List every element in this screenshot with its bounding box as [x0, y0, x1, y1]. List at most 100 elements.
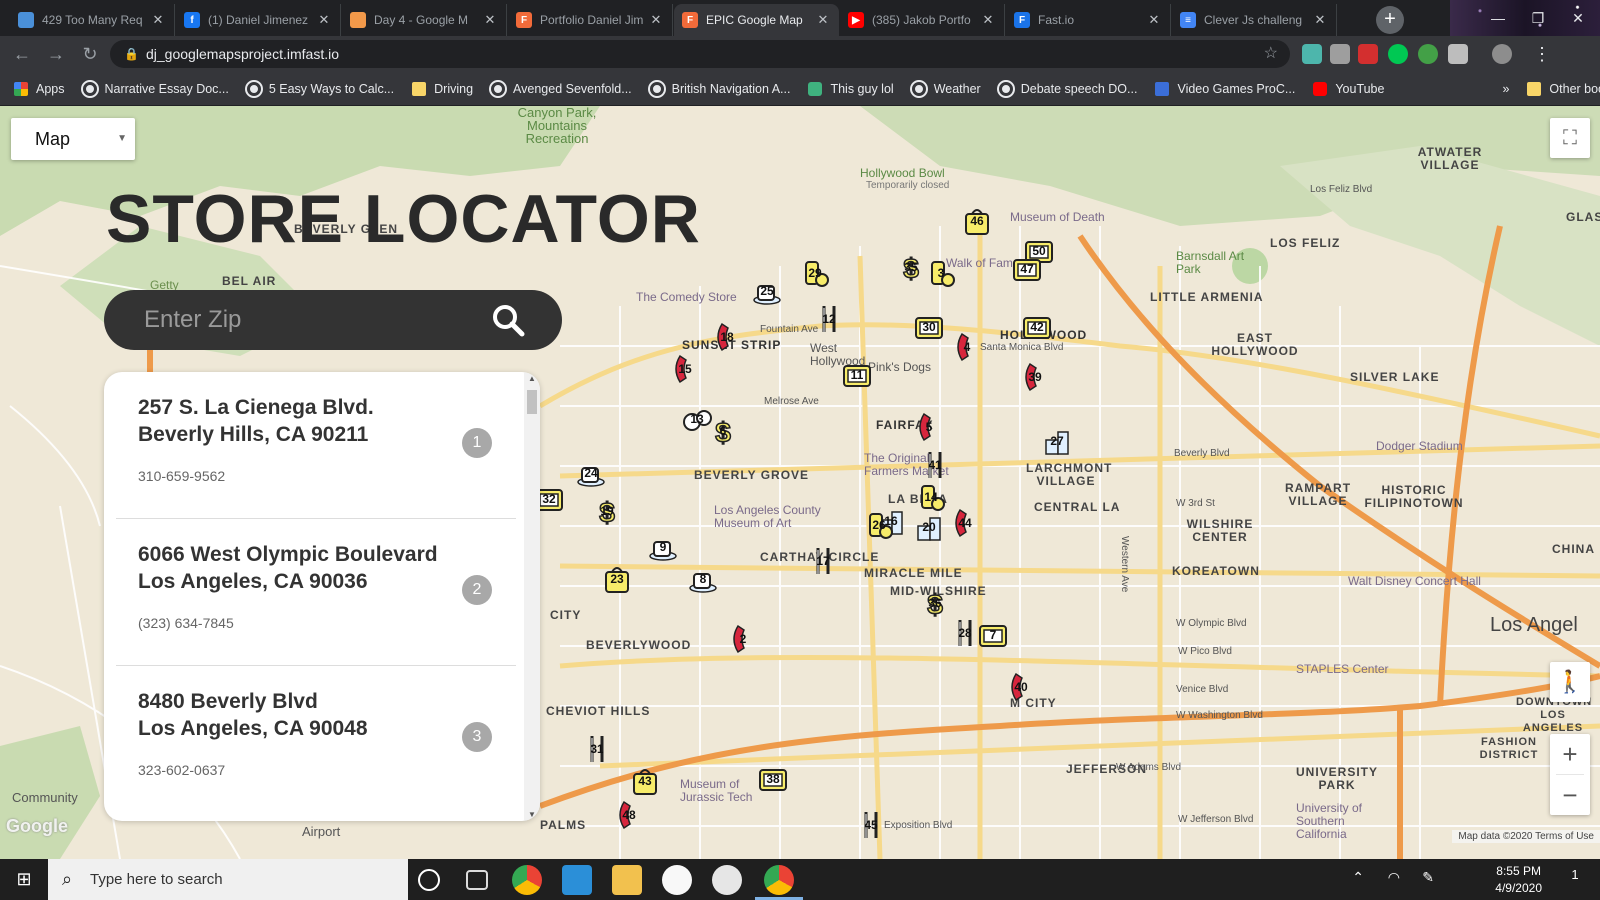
scroll-thumb[interactable]: [527, 390, 537, 414]
store-marker-phone-icon[interactable]: 18: [712, 322, 742, 352]
scroll-up-icon[interactable]: ▲: [524, 374, 540, 383]
check-extension-icon[interactable]: [1418, 44, 1438, 64]
store-marker-coffee-icon[interactable]: 9: [648, 532, 678, 562]
xbox-icon[interactable]: [712, 865, 742, 895]
store-marker-tv-icon[interactable]: 11: [842, 360, 872, 390]
taskbar-search[interactable]: ⌕ Type here to search: [48, 859, 408, 900]
tab[interactable]: F Portfolio Daniel Jim ✕: [508, 4, 673, 36]
close-icon[interactable]: ✕: [980, 12, 996, 28]
map-type-select[interactable]: Map ▼: [11, 118, 135, 160]
maximize-icon[interactable]: ❐: [1518, 4, 1558, 32]
map-canvas[interactable]: BEVERLY GLEN BEL AIR Getty Canyon Park, …: [0, 106, 1600, 859]
store-item[interactable]: 6066 West Olympic Boulevard Los Angeles, …: [104, 519, 524, 666]
pocket-icon[interactable]: [1358, 44, 1378, 64]
map-attribution[interactable]: Map data ©2020 Terms of Use: [1452, 830, 1600, 843]
bookmark-item[interactable]: Narrative Essay Doc...: [80, 79, 229, 98]
fullscreen-button[interactable]: ⛶: [1550, 118, 1590, 158]
menu-icon[interactable]: ⋮: [1530, 42, 1554, 66]
zip-input[interactable]: [144, 304, 464, 336]
task-view-icon[interactable]: [466, 870, 488, 890]
close-icon[interactable]: ✕: [1312, 12, 1328, 28]
store-marker-drink-icon[interactable]: 20: [914, 512, 944, 542]
forward-icon[interactable]: →: [44, 42, 68, 66]
back-icon[interactable]: ←: [10, 42, 34, 66]
close-window-icon[interactable]: ✕: [1558, 4, 1598, 32]
store-marker-fork-icon[interactable]: 12: [814, 304, 844, 334]
store-marker-dollar-icon[interactable]: $6: [708, 416, 738, 449]
store-marker-phone-icon[interactable]: 40: [1006, 672, 1036, 702]
windows-start-icon[interactable]: ⊞: [0, 859, 48, 900]
store-marker-dollar-icon[interactable]: $35: [896, 252, 926, 285]
store-marker-fork-icon[interactable]: 41: [920, 450, 950, 480]
close-icon[interactable]: ✕: [150, 12, 166, 28]
store-marker-tv-icon[interactable]: 7: [978, 620, 1008, 650]
bookmark-folder[interactable]: Driving: [412, 81, 473, 96]
store-marker-drink-icon[interactable]: 27: [1042, 426, 1072, 456]
pen-icon[interactable]: ✎: [1422, 869, 1434, 886]
store-marker-apple-icon[interactable]: 26: [864, 510, 894, 540]
search-icon[interactable]: [490, 302, 526, 338]
store-marker-fork-icon[interactable]: 17: [808, 546, 838, 576]
store-marker-phone-icon[interactable]: 2: [728, 624, 758, 654]
close-icon[interactable]: ✕: [1146, 12, 1162, 28]
bookmark-star-icon[interactable]: ☆: [1264, 40, 1278, 68]
close-icon[interactable]: ✕: [316, 12, 332, 28]
store-marker-dollar-icon[interactable]: $19: [592, 496, 622, 529]
bookmark-other[interactable]: Other bookmarks: [1527, 81, 1600, 96]
store-marker-tv-icon[interactable]: 30: [914, 312, 944, 342]
store-marker-coffee-icon[interactable]: 8: [688, 564, 718, 594]
bookmarks-overflow[interactable]: »: [1502, 82, 1509, 96]
chrome-active-icon[interactable]: [764, 865, 794, 895]
store-marker-apple-icon[interactable]: 3: [926, 258, 956, 288]
store-marker-phone-icon[interactable]: 15: [670, 354, 700, 384]
store-marker-tv-icon[interactable]: 47: [1012, 254, 1042, 284]
store-marker-phone-icon[interactable]: 44: [950, 508, 980, 538]
tab[interactable]: 429 Too Many Req ✕: [10, 4, 175, 36]
store-marker-phone-icon[interactable]: 5: [914, 412, 944, 442]
tab-active[interactable]: F EPIC Google Map ✕: [674, 4, 839, 36]
minimize-icon[interactable]: —: [1478, 4, 1518, 32]
tab[interactable]: Day 4 - Google M ✕: [342, 4, 507, 36]
store-marker-apple-icon[interactable]: 29: [800, 258, 830, 288]
bookmark-item[interactable]: YouTube: [1313, 81, 1384, 96]
bookmark-apps[interactable]: Apps: [14, 81, 65, 96]
zoom-out-button[interactable]: −: [1550, 775, 1590, 815]
file-explorer-icon[interactable]: [612, 865, 642, 895]
store-item[interactable]: 8480 Beverly Blvd Los Angeles, CA 90048 3…: [104, 666, 524, 813]
camera-icon[interactable]: [1448, 44, 1468, 64]
extension-icon[interactable]: [1330, 44, 1350, 64]
bookmark-item[interactable]: Weather: [909, 79, 981, 98]
chrome-icon[interactable]: [512, 865, 542, 895]
close-icon[interactable]: ✕: [648, 12, 664, 28]
tab[interactable]: F Fast.io ✕: [1006, 4, 1171, 36]
zoom-in-button[interactable]: +: [1550, 734, 1590, 774]
tab[interactable]: f (1) Daniel Jimenez ✕: [176, 4, 341, 36]
bookmark-item[interactable]: Avenged Sevenfold...: [489, 79, 632, 98]
store-marker-fork-icon[interactable]: 28: [950, 618, 980, 648]
bookmark-item[interactable]: 5 Easy Ways to Calc...: [244, 79, 394, 98]
store-marker-fork-icon[interactable]: 31: [582, 734, 612, 764]
bookmark-item[interactable]: Video Games ProC...: [1155, 81, 1295, 96]
tab[interactable]: ▶ (385) Jakob Portfo ✕: [840, 4, 1005, 36]
store-list[interactable]: 257 S. La Cienega Blvd. Beverly Hills, CA…: [104, 372, 540, 821]
clock[interactable]: 8:55 PM 4/9/2020: [1495, 863, 1542, 897]
store-marker-bag-icon[interactable]: 23: [602, 564, 632, 594]
bookmark-item[interactable]: This guy lol: [808, 81, 894, 96]
extension-icon[interactable]: [1302, 44, 1322, 64]
scroll-down-icon[interactable]: ▼: [524, 810, 540, 819]
store-marker-phone-icon[interactable]: 48: [614, 800, 644, 830]
reload-icon[interactable]: ↻: [78, 42, 102, 66]
store-marker-tv-icon[interactable]: 38: [758, 764, 788, 794]
avatar[interactable]: [1492, 44, 1512, 64]
store-marker-phone-icon[interactable]: 4: [952, 332, 982, 362]
store-marker-phone-icon[interactable]: 39: [1020, 362, 1050, 392]
store-marker-coffee-icon[interactable]: 25: [752, 276, 782, 306]
store-marker-dollar-icon[interactable]: $36: [920, 588, 950, 621]
store-marker-tv-icon[interactable]: 42: [1022, 312, 1052, 342]
new-tab-button[interactable]: +: [1376, 6, 1404, 34]
itunes-icon[interactable]: [662, 865, 692, 895]
notification-icon[interactable]: 1: [1564, 867, 1586, 889]
extension-icon[interactable]: [1388, 44, 1408, 64]
street-view-pegman[interactable]: 🚶: [1550, 662, 1590, 702]
wifi-icon[interactable]: ◠: [1388, 869, 1400, 886]
